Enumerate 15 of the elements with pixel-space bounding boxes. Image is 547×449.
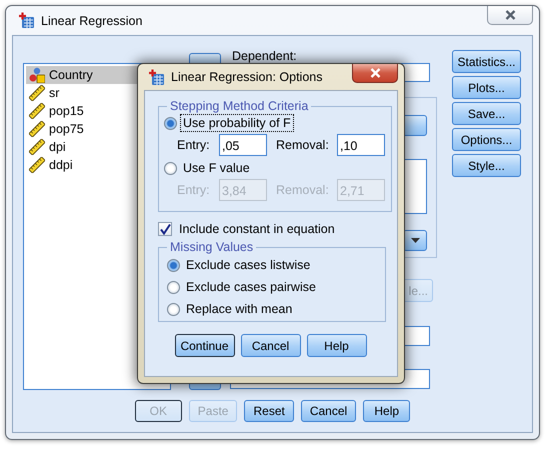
field-label: Removal:	[276, 182, 330, 196]
field-label: Dependent:	[231, 50, 298, 63]
window-title: Linear Regression	[41, 14, 142, 28]
option-label: Exclude cases pairwise	[185, 279, 317, 296]
group-title: Missing Values	[169, 240, 254, 254]
window-title: Linear Regression: Options	[171, 70, 322, 84]
group-title: Stepping Method Criteria	[169, 99, 310, 113]
field-label: Entry:	[177, 138, 211, 152]
option-label: Include constant in equation	[178, 221, 336, 238]
option-label: Replace with mean	[185, 301, 294, 318]
option-label: Exclude cases listwise	[185, 257, 312, 274]
field-label: Entry:	[177, 182, 211, 196]
option-label: Use probability of F	[180, 114, 294, 132]
field-label: Removal:	[276, 138, 330, 152]
option-label: Use F value	[182, 160, 251, 177]
